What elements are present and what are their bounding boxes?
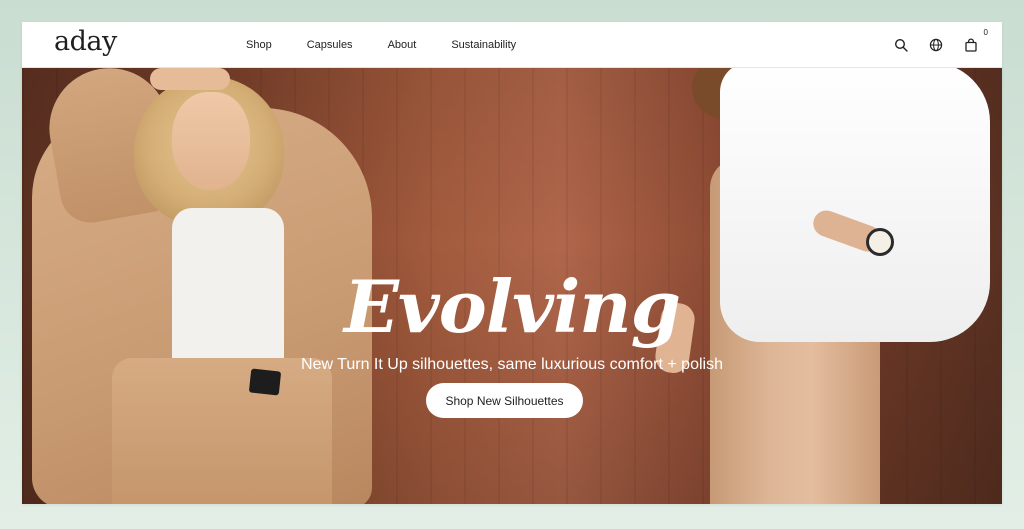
hero-banner: Evolving New Turn It Up silhouettes, sam… <box>22 68 1002 504</box>
nav-link-shop[interactable]: Shop <box>246 39 272 51</box>
header-actions: 0 <box>875 22 988 67</box>
search-icon[interactable] <box>892 36 910 54</box>
nav-link-sustainability[interactable]: Sustainability <box>451 39 516 51</box>
browser-page: aday Shop Capsules About Sustainability <box>22 22 1002 504</box>
shopping-bag-icon[interactable]: 0 <box>962 28 988 54</box>
brand-logo[interactable]: aday <box>54 26 117 57</box>
main-nav: Shop Capsules About Sustainability <box>246 22 551 67</box>
cart-count-badge: 0 <box>983 27 988 37</box>
hero-headline: Evolving <box>344 264 681 350</box>
nav-link-about[interactable]: About <box>388 39 417 51</box>
globe-icon[interactable] <box>927 36 945 54</box>
hero-content: Evolving New Turn It Up silhouettes, sam… <box>22 68 1002 504</box>
nav-link-capsules[interactable]: Capsules <box>307 39 353 51</box>
hero-subheadline: New Turn It Up silhouettes, same luxurio… <box>301 356 723 373</box>
site-header: aday Shop Capsules About Sustainability <box>22 22 1002 68</box>
shop-new-silhouettes-button[interactable]: Shop New Silhouettes <box>426 383 583 418</box>
